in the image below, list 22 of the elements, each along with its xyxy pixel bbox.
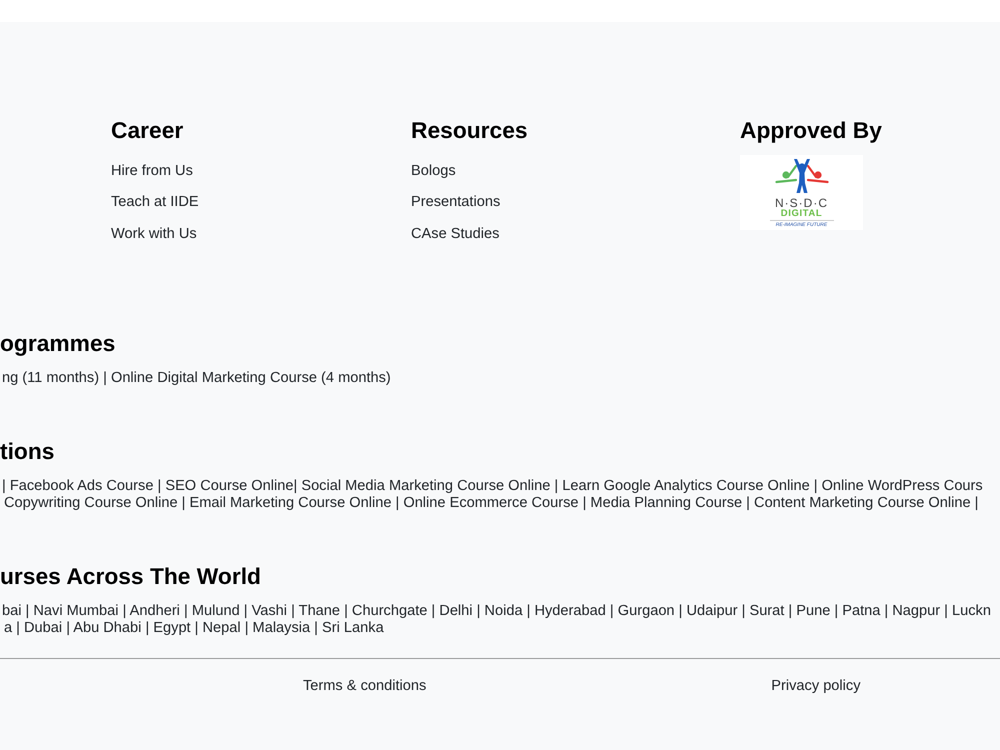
links-line[interactable]: Copywriting Course Online | Email Marketing Course Online | Online Ecommerce Course | Media Planning Course | Content Marketing Course Online | <box>0 495 978 512</box>
footer-link[interactable]: Work with Us <box>111 226 197 242</box>
section-heading: ogrammes <box>0 330 116 357</box>
links-line[interactable]: bai | Navi Mumbai | Andheri | Mulund | Vashi | Thane | Churchgate | Delhi | Noida | Hyderabad | Gurgaon | Udaipur | Surat | Pune | Patna | Nagpur | Luckn <box>0 603 991 620</box>
footer-link[interactable]: Terms & conditions <box>303 678 426 695</box>
footer-link[interactable]: Bologs <box>411 162 456 180</box>
footer-link[interactable]: Teach at IIDE <box>111 194 199 211</box>
links-line[interactable]: | Facebook Ads Course | SEO Course Online| Social Media Marketing Course Online | Learn Google Analytics Course Online | Online WordPress Cours <box>0 478 983 495</box>
logo-name: N·S·D·C <box>775 197 828 209</box>
links-line[interactable]: a | Dubai | Abu Dhabi | Egypt | Nepal | Malaysia | Sri Lanka <box>0 620 384 637</box>
footer-link[interactable]: Presentations <box>411 194 500 211</box>
footer-link[interactable]: Hire from Us <box>111 162 193 180</box>
section-heading: urses Across The World <box>0 563 261 590</box>
logo-subtitle: DIGITAL <box>780 209 822 219</box>
column-heading: Career <box>111 116 184 144</box>
column-heading: Approved By <box>740 116 882 144</box>
people-figures-icon <box>774 158 828 194</box>
footer-link[interactable]: CAse Studies <box>411 226 500 242</box>
section-heading: tions <box>0 438 54 465</box>
footer-link[interactable]: Privacy policy <box>771 678 861 695</box>
column-heading: Resources <box>411 116 528 144</box>
links-line[interactable]: ng (11 months) | Online Digital Marketing Course (4 months) <box>0 370 391 387</box>
